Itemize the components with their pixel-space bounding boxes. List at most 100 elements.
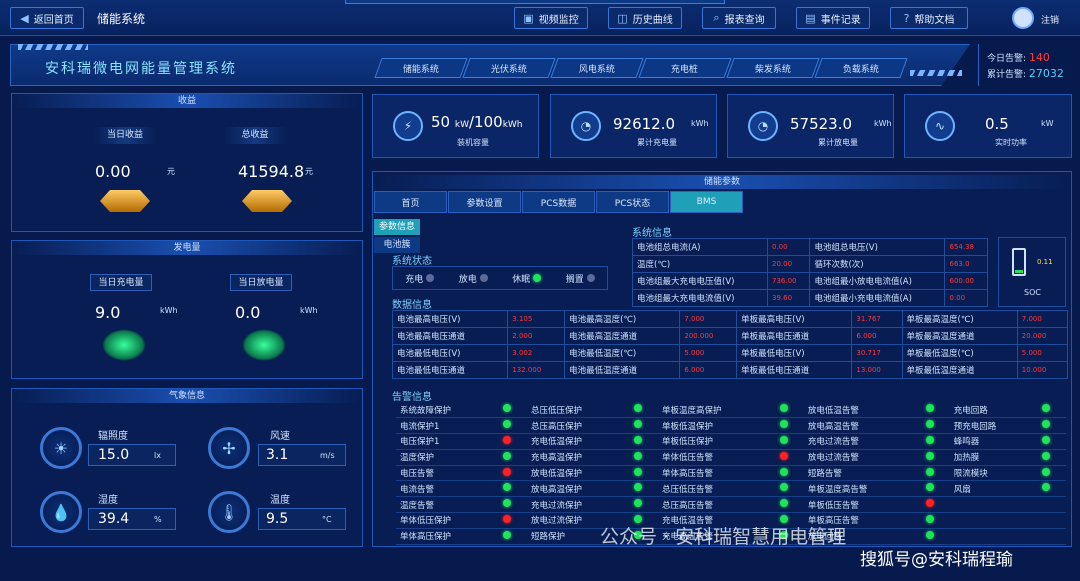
chart-icon: ◫ xyxy=(617,11,628,25)
data-value: 20.000 xyxy=(1016,327,1069,345)
sleep-state-indicator xyxy=(533,273,542,282)
alarm-indicator-cell xyxy=(921,449,950,466)
data-label: 电池最低电压通道 xyxy=(391,361,509,379)
battery-discharge-icon xyxy=(242,329,286,361)
param-label: 电池组总电流(A) xyxy=(632,238,768,256)
side-tab-cluster[interactable]: 电池簇 xyxy=(374,237,420,253)
data-value: 30.717 xyxy=(851,344,903,362)
daily-charge-label: 当日充电量 xyxy=(90,274,152,291)
alarm-indicator-cell xyxy=(630,402,659,419)
param-value: 0.00 xyxy=(944,289,988,307)
alarm-indicator-cell xyxy=(499,528,528,545)
alarm-label: 短路告警 xyxy=(803,465,922,482)
history-curve-button[interactable]: ◫ 历史曲线 xyxy=(608,7,682,29)
tab-home[interactable]: 首页 xyxy=(374,191,447,213)
humidity-icon: 💧 xyxy=(40,491,82,533)
today-income-label: 当日收益 xyxy=(92,127,158,144)
alarm-label: 总压高压保护 xyxy=(527,417,631,435)
alarm-label: 温度保护 xyxy=(396,449,500,466)
alarm-indicator-cell xyxy=(921,512,950,529)
status-indicator xyxy=(634,435,643,444)
alarm-label: 单板温度高保护 xyxy=(658,402,776,419)
total-charge-card: ◔ 92612.0 kWh 累计充电量 xyxy=(550,94,717,158)
tab-load[interactable]: 负载系统 xyxy=(814,58,908,78)
alarm-indicator-cell xyxy=(775,496,804,514)
title-stripes xyxy=(18,44,88,50)
alarm-indicator-cell xyxy=(499,417,528,435)
alarm-indicator-cell xyxy=(1037,496,1066,514)
alarm-indicator-cell xyxy=(775,449,804,466)
help-icon: ? xyxy=(903,11,910,25)
page-title: 安科瑞微电网能量管理系统 xyxy=(45,61,237,77)
alarm-label: 充电低温保护 xyxy=(527,433,631,450)
alarm-label: 充电过流告警 xyxy=(803,433,922,450)
alarm-label: 充电回路 xyxy=(949,402,1038,419)
status-indicator xyxy=(779,467,788,476)
status-indicator xyxy=(925,420,934,429)
tab-pcs-status[interactable]: PCS状态 xyxy=(596,191,669,213)
top-center-tab xyxy=(345,0,725,4)
status-indicator xyxy=(925,435,934,444)
data-value: 132.000 xyxy=(507,361,566,379)
alarm-label xyxy=(949,528,1038,545)
alarm-label: 限流模块 xyxy=(949,465,1038,482)
alarm-label: 单板低压告警 xyxy=(803,496,922,514)
alarm-indicator-cell xyxy=(921,528,950,545)
data-value: 7.000 xyxy=(1016,310,1069,328)
alarm-indicator-cell xyxy=(1037,417,1066,435)
alarm-indicator-cell xyxy=(921,480,950,498)
param-value: 736.00 xyxy=(766,272,811,290)
alarm-label: 电压告警 xyxy=(396,465,500,482)
data-label: 电池最高电压(V) xyxy=(391,310,509,328)
status-indicator xyxy=(634,404,643,413)
data-label: 单板最低电压(V) xyxy=(736,344,853,362)
daily-discharge-value: 0.0 xyxy=(235,303,261,322)
alarm-label: 风扇 xyxy=(949,480,1038,498)
data-label: 单板最高温度(℃) xyxy=(901,310,1018,328)
video-monitor-button[interactable]: ▣ 视频监控 xyxy=(514,7,588,29)
tab-diesel[interactable]: 柴发系统 xyxy=(726,58,820,78)
alarm-indicator-cell xyxy=(1037,512,1066,529)
back-home-button[interactable]: ◀ 返回首页 xyxy=(10,7,84,29)
alarm-indicator-cell xyxy=(630,417,659,435)
tab-bms[interactable]: BMS xyxy=(670,191,743,213)
data-label: 单板最高电压通道 xyxy=(736,327,853,345)
battery-icon: ⚡ xyxy=(393,111,423,141)
alarm-label: 单板低温保护 xyxy=(658,417,776,435)
tab-param-settings[interactable]: 参数设置 xyxy=(448,191,521,213)
table-row: 电池最低电压(V) 3.002 电池最低温度(℃) 5.000 单板最低电压(V) 30.… xyxy=(391,344,1069,362)
status-indicator xyxy=(634,483,643,492)
alarm-indicator-cell xyxy=(499,512,528,529)
report-query-button[interactable]: ⌕ 报表查询 xyxy=(702,7,776,29)
tab-pcs-data[interactable]: PCS数据 xyxy=(522,191,595,213)
power-panel: 发电量 当日充电量 当日放电量 9.0 kWh 0.0 kWh xyxy=(11,240,363,379)
alarm-label: 单体高压保护 xyxy=(396,528,500,545)
charge-state-indicator xyxy=(426,273,435,282)
alarm-label: 电流告警 xyxy=(396,480,500,498)
alarm-indicator-cell xyxy=(921,417,950,435)
wechat-watermark: 公众号 · 安科瑞智慧用电管理 xyxy=(600,526,847,548)
alarm-label: 充电高温保护 xyxy=(527,449,631,466)
event-log-button[interactable]: ▤ 事件记录 xyxy=(796,7,870,29)
help-doc-button[interactable]: ? 帮助文档 xyxy=(890,7,968,29)
alarm-label: 单板低压保护 xyxy=(658,433,776,450)
tab-storage[interactable]: 储能系统 xyxy=(374,58,468,78)
avatar[interactable] xyxy=(1012,7,1034,29)
data-info-table: 电池最高电压(V) 3.105 电池最高温度(℃) 7.000 单板最高电压(V) 31.… xyxy=(391,310,1069,379)
logout-link[interactable]: 注销 xyxy=(1041,13,1059,26)
param-label: 循环次数(次) xyxy=(809,255,946,273)
status-indicator xyxy=(634,467,643,476)
param-label: 温度(℃) xyxy=(632,255,768,273)
alarm-indicator-cell xyxy=(630,465,659,482)
status-indicator xyxy=(925,483,934,492)
status-indicator xyxy=(925,514,934,523)
total-alarm-count: 27032 xyxy=(1028,67,1064,80)
meter-icon: ◔ xyxy=(571,111,601,141)
tab-wind[interactable]: 风电系统 xyxy=(550,58,644,78)
system-info-title: 系统信息 xyxy=(632,228,672,239)
alarm-indicator-cell xyxy=(499,480,528,498)
alarm-indicator-cell xyxy=(499,402,528,419)
tab-charging[interactable]: 充电桩 xyxy=(638,58,732,78)
tab-pv[interactable]: 光伏系统 xyxy=(462,58,556,78)
side-tab-param-info[interactable]: 参数信息 xyxy=(374,219,420,235)
